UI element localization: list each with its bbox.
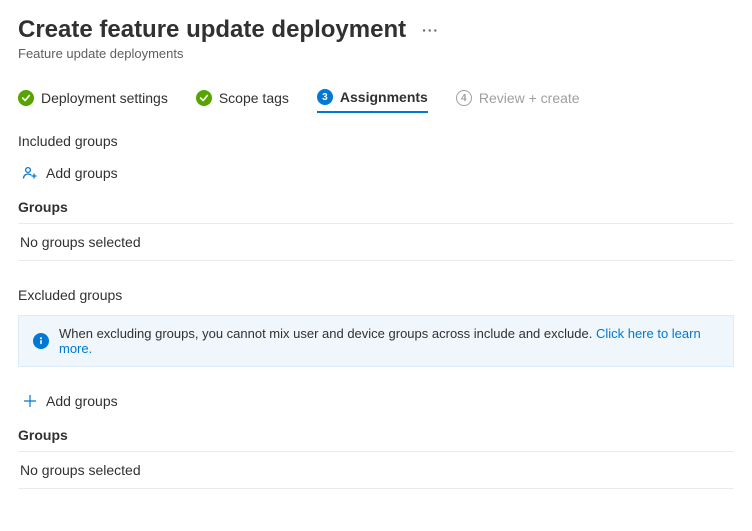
included-groups-subheading: Groups [18,199,734,215]
excluded-groups-empty: No groups selected [18,451,734,489]
step-number-icon: 4 [456,90,472,106]
info-icon [33,333,49,349]
plus-icon [22,393,38,409]
page-title-text: Create feature update deployment [18,16,406,44]
more-actions-icon[interactable]: ··· [422,22,439,38]
page-title: Create feature update deployment ··· [18,16,734,44]
tab-scope-tags[interactable]: Scope tags [196,89,289,113]
tab-label: Assignments [340,89,428,105]
check-icon [196,90,212,106]
add-groups-label: Add groups [46,393,118,409]
excluded-groups-subheading: Groups [18,427,734,443]
wizard-tabs: Deployment settings Scope tags 3 Assignm… [18,89,734,113]
info-text: When excluding groups, you cannot mix us… [59,326,719,356]
excluded-groups-heading: Excluded groups [18,287,734,303]
step-number-icon: 3 [317,89,333,105]
tab-label: Scope tags [219,90,289,106]
tab-deployment-settings[interactable]: Deployment settings [18,89,168,113]
tab-assignments[interactable]: 3 Assignments [317,89,428,113]
add-excluded-groups-button[interactable]: Add groups [22,393,118,409]
tab-review-create: 4 Review + create [456,89,580,113]
add-included-groups-button[interactable]: Add groups [22,165,118,181]
included-groups-heading: Included groups [18,133,734,149]
tab-label: Deployment settings [41,90,168,106]
add-person-icon [22,165,38,181]
tab-label: Review + create [479,90,580,106]
info-banner: When excluding groups, you cannot mix us… [18,315,734,367]
info-message: When excluding groups, you cannot mix us… [59,326,596,341]
included-groups-empty: No groups selected [18,223,734,261]
breadcrumb: Feature update deployments [18,46,734,61]
check-icon [18,90,34,106]
add-groups-label: Add groups [46,165,118,181]
